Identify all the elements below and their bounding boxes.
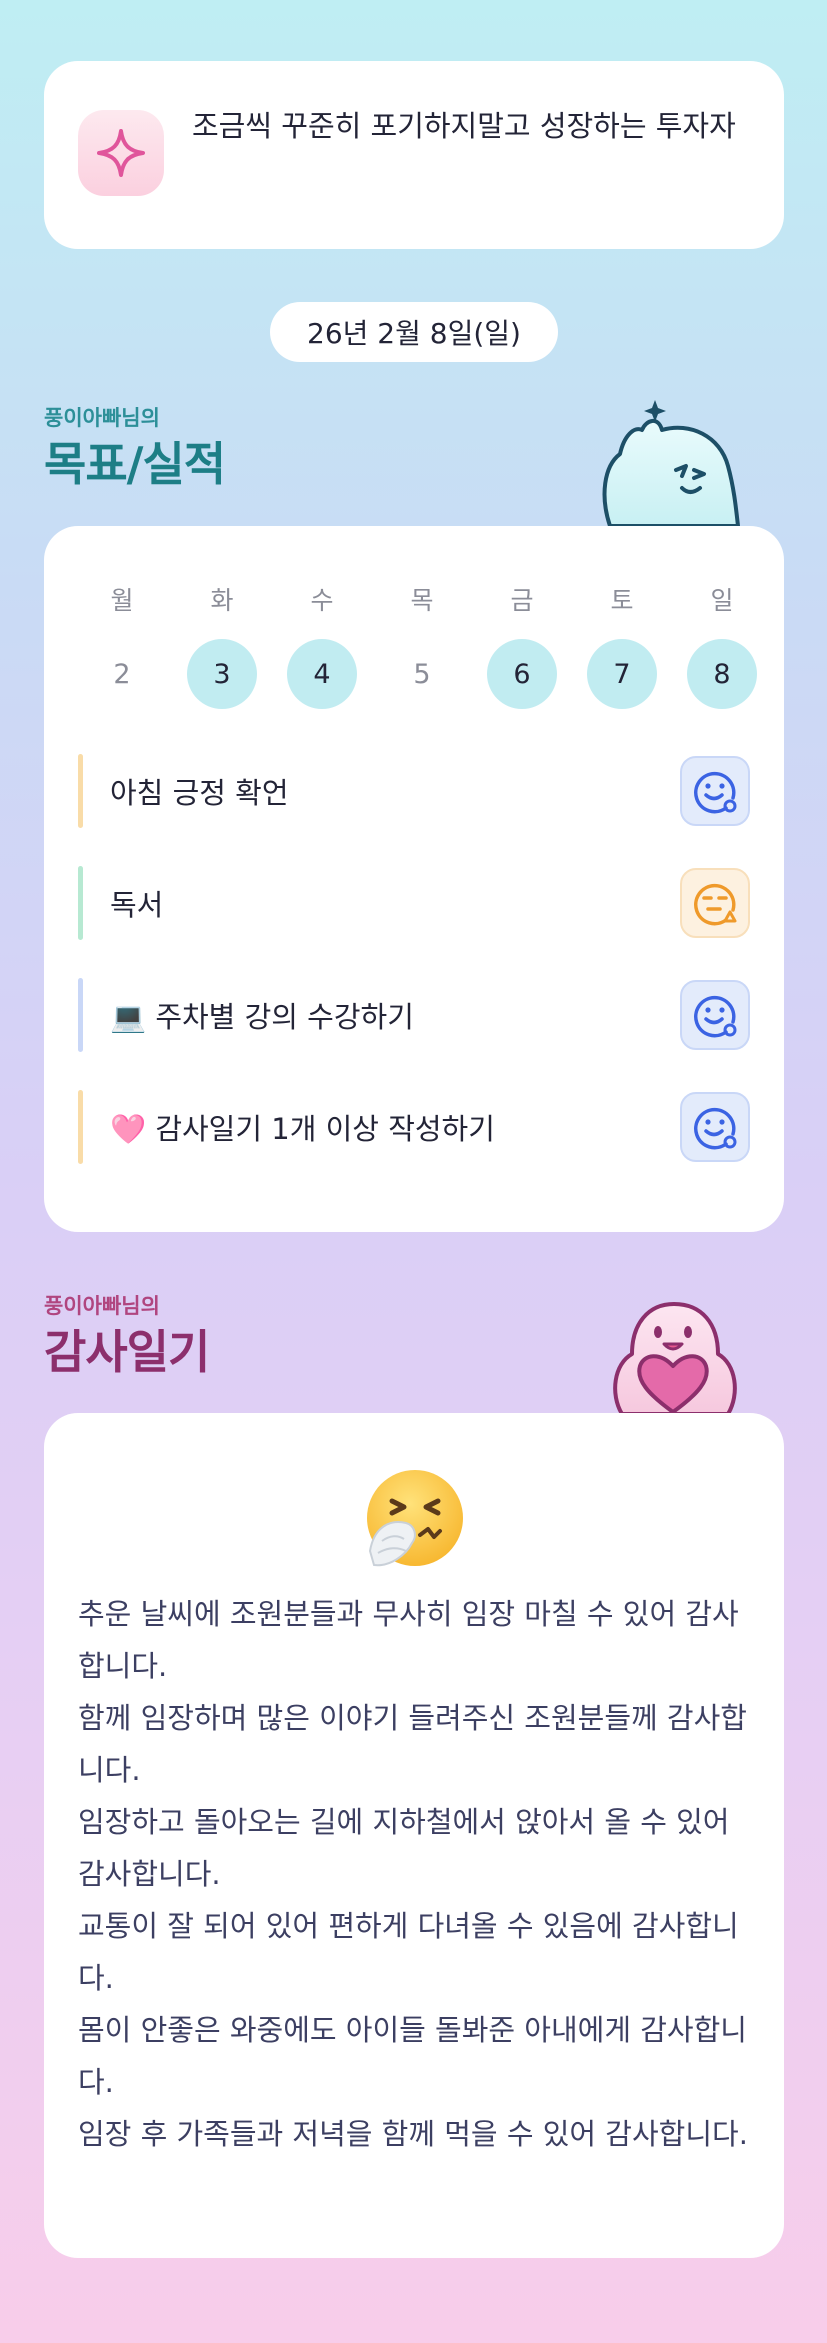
status-button[interactable] <box>680 868 750 938</box>
date-cell-completed[interactable]: 4 <box>287 639 357 709</box>
goal-label: 💻 주차별 강의 수강하기 <box>110 1000 414 1034</box>
mascot-cheer-icon <box>602 400 740 526</box>
diary-text: 추운 날씨에 조원분들과 무사히 임장 마칠 수 있어 감사합니다. 함께 임장… <box>78 1597 748 2151</box>
date-cell-completed[interactable]: 8 <box>687 639 757 709</box>
goal-item-reading[interactable]: 독서 <box>78 866 750 940</box>
goal-label: 🩷 감사일기 1개 이상 작성하기 <box>110 1112 495 1146</box>
smile-face-icon <box>694 995 737 1038</box>
status-button[interactable] <box>680 756 750 826</box>
mascot-heart-icon <box>613 1302 737 1414</box>
weekday-label: 수 <box>310 586 334 615</box>
diary-section-title: 감사일기 <box>44 1325 210 1379</box>
goal-label: 독서 <box>110 888 164 922</box>
weekday-label: 금 <box>510 586 534 615</box>
smile-face-icon <box>694 771 737 814</box>
goal-color-bar <box>78 978 83 1052</box>
date-cell-completed[interactable]: 6 <box>487 639 557 709</box>
goal-color-bar <box>78 866 83 940</box>
smile-face-icon <box>694 1107 737 1150</box>
weekday-label: 토 <box>610 586 634 615</box>
sparkle-icon <box>97 129 145 177</box>
goals-section-title: 목표/실적 <box>44 437 226 491</box>
goals-card: 월 화 수 목 금 토 일 2345678 아침 긍정 확언 독서 💻 주차별 강의 수강하… <box>44 526 784 1232</box>
goal-item-lecture[interactable]: 💻 주차별 강의 수강하기 <box>78 978 750 1052</box>
goal-color-bar <box>78 754 83 828</box>
goal-item-affirmation[interactable]: 아침 긍정 확언 <box>78 754 750 828</box>
weekday-row: 월화수목금토일 <box>44 564 784 634</box>
neutral-face-icon <box>694 883 737 926</box>
weekday-label: 일 <box>710 586 734 615</box>
goal-color-bar <box>78 1090 83 1164</box>
date-cell[interactable]: 2 <box>87 639 157 709</box>
date-row: 2345678 <box>44 639 784 709</box>
date-cell[interactable]: 5 <box>387 639 457 709</box>
goal-card[interactable]: 조금씩 꾸준히 포기하지말고 성장하는 투자자 <box>44 61 784 249</box>
weekday-label: 월 <box>110 586 134 615</box>
goal-label: 아침 긍정 확언 <box>110 776 289 810</box>
goal-item-gratitude[interactable]: 🩷 감사일기 1개 이상 작성하기 <box>78 1090 750 1164</box>
date-pill[interactable]: 26년 2월 8일(일) <box>270 302 558 362</box>
weekday-label: 화 <box>210 586 234 615</box>
status-button[interactable] <box>680 1092 750 1162</box>
goal-icon-badge <box>78 110 164 196</box>
date-cell-completed[interactable]: 7 <box>587 639 657 709</box>
goal-text: 조금씩 꾸준히 포기하지말고 성장하는 투자자 <box>192 109 736 143</box>
gratitude-diary-card[interactable]: 추운 날씨에 조원분들과 무사히 임장 마칠 수 있어 감사합니다. 함께 임장… <box>44 1413 784 2258</box>
status-button[interactable] <box>680 980 750 1050</box>
sneezing-face-icon <box>367 1470 463 1567</box>
date-cell-completed[interactable]: 3 <box>187 639 257 709</box>
weekday-label: 목 <box>410 586 434 615</box>
